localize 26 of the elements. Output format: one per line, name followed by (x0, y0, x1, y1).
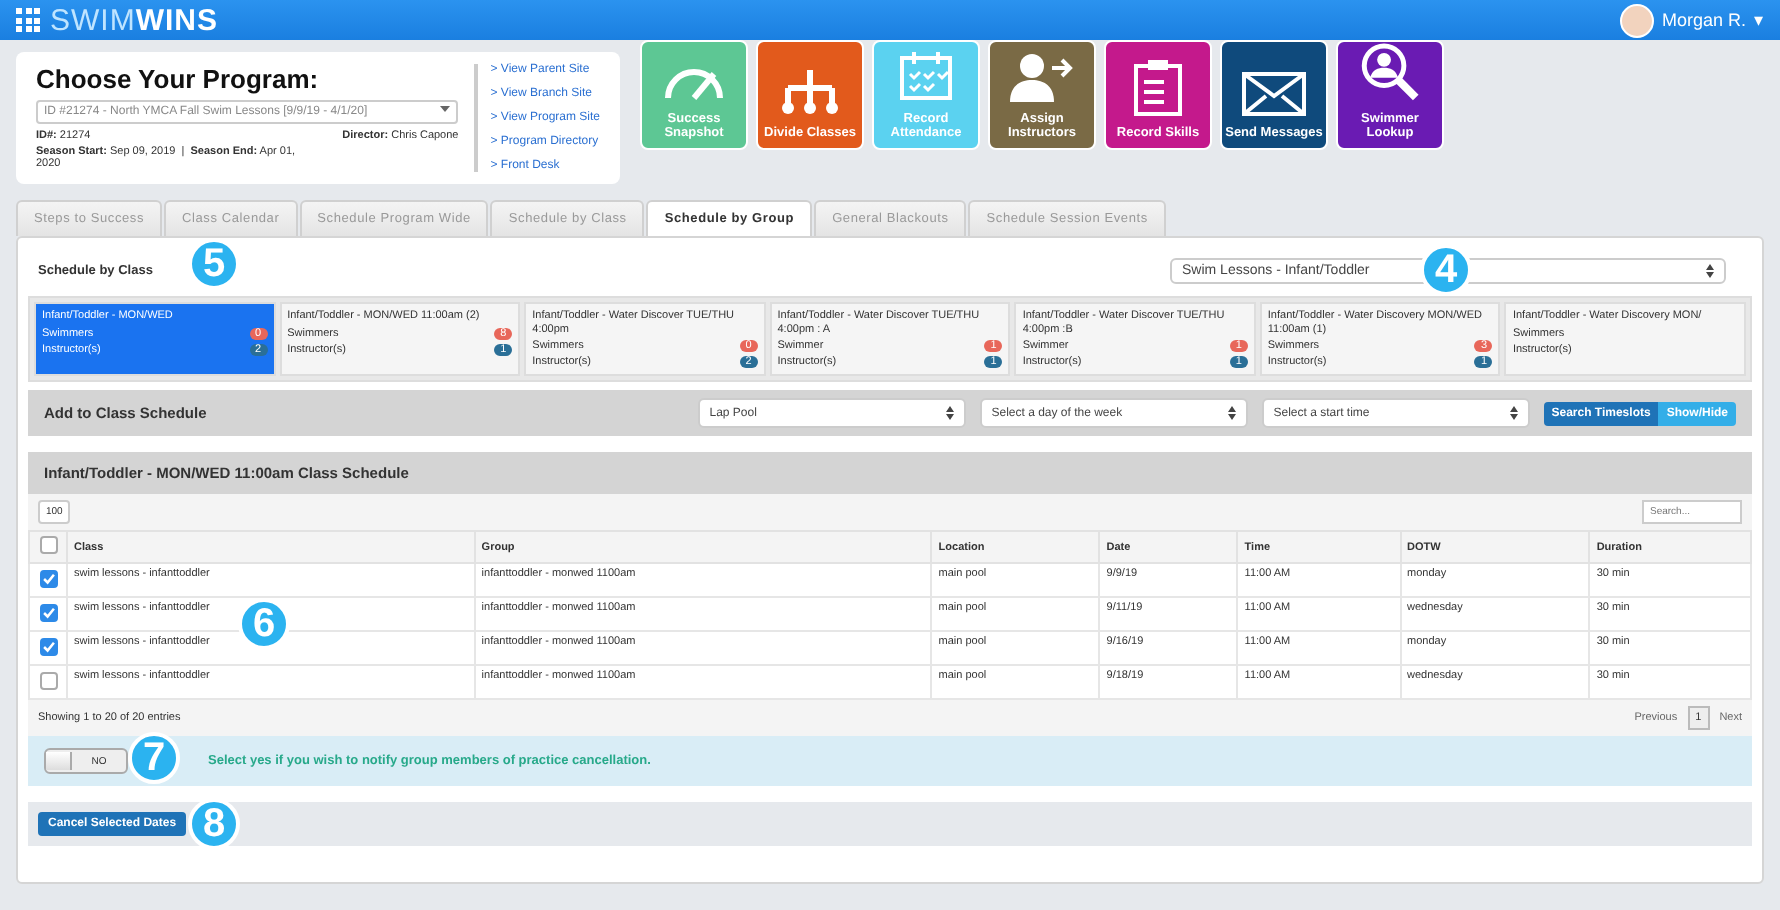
callout-number: 7 (128, 732, 180, 785)
envelope-icon (1242, 71, 1306, 116)
person-arrow-icon (1010, 49, 1074, 102)
logo-text: SWIMWINS (50, 3, 218, 37)
caret-icon[interactable]: ▾ (1754, 10, 1764, 30)
row-checkbox[interactable] (39, 638, 57, 657)
row-checkbox[interactable] (39, 604, 57, 623)
program-title: Choose Your Program: (36, 64, 321, 94)
callout-number: 5 (188, 238, 240, 290)
select-arrows-icon (945, 406, 954, 421)
app-grid-icon[interactable] (16, 8, 40, 32)
hierarchy-icon (778, 67, 842, 116)
row-checkbox[interactable] (39, 570, 57, 589)
clipboard-icon (1134, 59, 1182, 116)
row-checkbox[interactable] (39, 671, 57, 690)
calendar-icon (898, 49, 954, 102)
callout-number: 8 (188, 798, 240, 851)
caret-icon (440, 106, 451, 112)
select-arrows-icon (1509, 406, 1518, 421)
row-checkbox[interactable] (39, 536, 57, 555)
user-menu[interactable]: Morgan R. (1661, 10, 1746, 30)
select-arrows-icon (1706, 264, 1714, 278)
magnifier-person-icon (1360, 42, 1420, 102)
callout-number: 4 (1420, 244, 1472, 296)
select-arrows-icon (1227, 406, 1236, 421)
avatar (1619, 3, 1654, 37)
